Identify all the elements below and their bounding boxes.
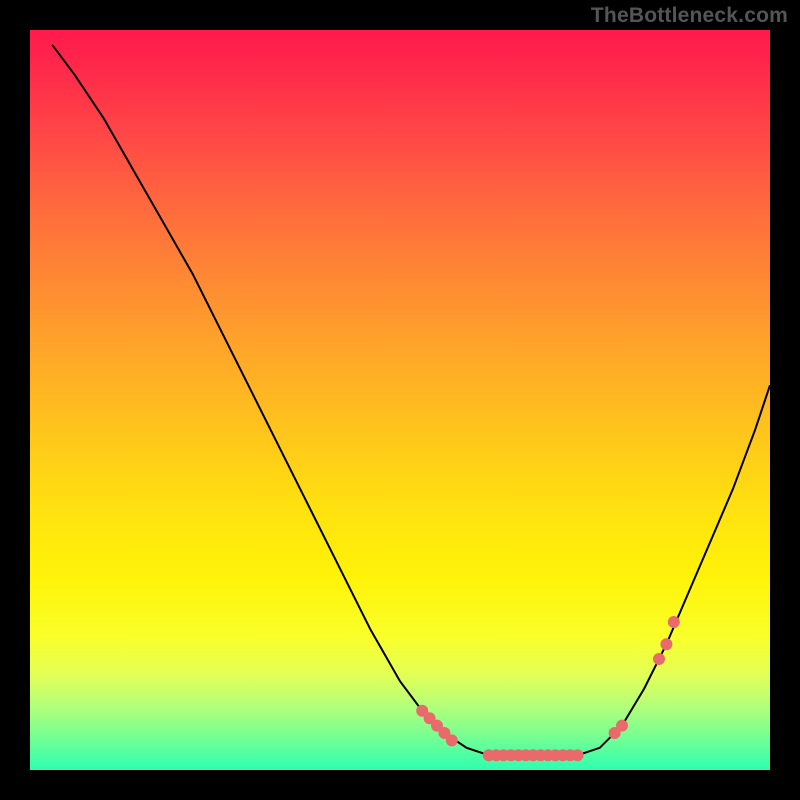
watermark-text: TheBottleneck.com (591, 4, 788, 28)
chart-svg (30, 30, 770, 770)
bottleneck-curve (52, 45, 770, 755)
chart-frame: TheBottleneck.com (0, 0, 800, 800)
data-points-group (417, 617, 680, 761)
data-point (617, 720, 628, 731)
data-point (572, 750, 583, 761)
data-point (446, 735, 457, 746)
data-point (661, 639, 672, 650)
data-point (668, 617, 679, 628)
data-point (654, 654, 665, 665)
plot-area (30, 30, 770, 770)
